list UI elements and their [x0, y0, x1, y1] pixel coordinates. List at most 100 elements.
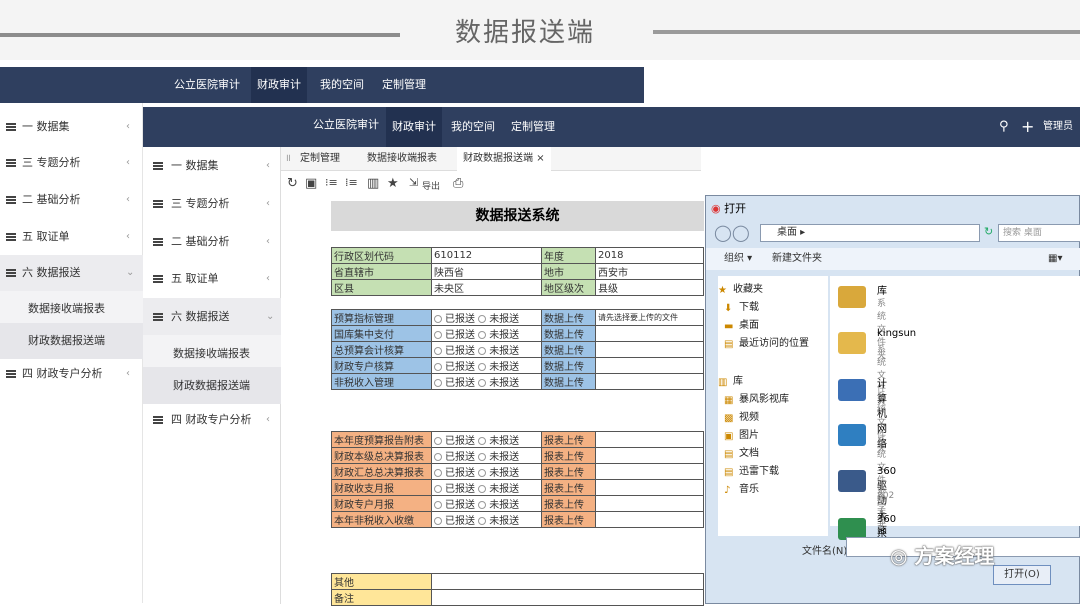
back-forward-icon[interactable]: ◯◯ — [714, 223, 750, 242]
print-icon[interactable]: ⎙ — [453, 176, 463, 191]
export-label[interactable]: 导出 — [422, 179, 440, 192]
radio-sent[interactable] — [434, 379, 442, 387]
search-icon[interactable]: ⚲ — [999, 107, 1009, 143]
sidebar-item-finance-submit[interactable]: 财政数据报送端 — [143, 367, 281, 404]
upload-button[interactable]: 数据上传 — [541, 341, 596, 358]
radio-unsent[interactable] — [478, 379, 487, 387]
radio-unsent[interactable] — [478, 315, 487, 323]
upload-button[interactable]: 报表上传 — [541, 463, 596, 480]
sidebar-item-dataset[interactable]: 一 数据集 ‹ — [0, 109, 143, 145]
open-button[interactable]: 打开(O) — [993, 565, 1051, 585]
admin-menu[interactable]: 管理员 ∨ — [1043, 107, 1080, 172]
sidebar-item-dataset[interactable]: 一 数据集 ‹ — [143, 147, 281, 184]
radio-sent[interactable] — [434, 469, 442, 477]
nav-pane-item[interactable]: ▦ 暴风影视库 — [724, 390, 789, 406]
address-bar[interactable]: 桌面 ▸ — [760, 224, 980, 242]
file-cell[interactable] — [595, 341, 704, 358]
nav-custom[interactable]: 定制管理 — [511, 107, 555, 143]
nav-pane-item[interactable]: ▤ 迅雷下载 — [724, 462, 779, 478]
upload-button[interactable]: 数据上传 — [541, 373, 596, 390]
sidebar-item-finance-submit[interactable]: 财政数据报送端 — [0, 323, 143, 359]
file-cell[interactable] — [595, 431, 704, 448]
radio-unsent[interactable] — [478, 469, 487, 477]
file-cell[interactable] — [595, 357, 704, 374]
add-icon[interactable]: + — [1021, 107, 1034, 143]
file-cell[interactable] — [595, 495, 704, 512]
insert-row-icon[interactable]: ⁝≡ — [325, 176, 338, 189]
sidebar-item-topic[interactable]: 三 专题分析 ‹ — [143, 185, 281, 222]
nav-public-hospital[interactable]: 公立医院审计 — [174, 67, 240, 103]
close-icon[interactable]: × — [536, 153, 544, 164]
organize-button[interactable]: 组织 ▾ — [724, 248, 752, 270]
sidebar-item-report[interactable]: 六 数据报送 ⌄ — [143, 298, 281, 335]
sidebar-item-report[interactable]: 六 数据报送 ⌄ — [0, 255, 143, 291]
radio-sent[interactable] — [434, 517, 442, 525]
export-icon[interactable]: ⇲ — [409, 176, 418, 189]
tab-finance-submit[interactable]: 财政数据报送端 × — [457, 147, 551, 171]
tab-custom[interactable]: 定制管理 — [300, 147, 340, 171]
insert-col-icon[interactable]: ⁞≡ — [345, 176, 358, 189]
radio-unsent[interactable] — [478, 453, 487, 461]
save-icon[interactable]: ▣ — [305, 176, 317, 191]
sidebar-item-basic[interactable]: 二 基础分析 ‹ — [143, 223, 281, 260]
nav-pane-item[interactable]: ⬇ 下载 — [724, 298, 759, 314]
sidebar-item-basic[interactable]: 二 基础分析 ‹ — [0, 182, 143, 218]
sidebar-item-special-account[interactable]: 四 财政专户分析 ‹ — [0, 356, 143, 392]
nav-pane-item[interactable]: ▥ 库 — [718, 372, 743, 388]
new-folder-button[interactable]: 新建文件夹 — [772, 248, 822, 270]
nav-pane-item[interactable]: ★ 收藏夹 — [718, 280, 763, 296]
upload-button[interactable]: 报表上传 — [541, 431, 596, 448]
upload-button[interactable]: 数据上传 — [541, 325, 596, 342]
upload-button[interactable]: 报表上传 — [541, 511, 596, 528]
radio-sent[interactable] — [434, 347, 442, 355]
nav-custom[interactable]: 定制管理 — [382, 67, 426, 103]
sidebar-item-special-account[interactable]: 四 财政专户分析 ‹ — [143, 401, 281, 438]
nav-pane-item[interactable]: ▩ 视频 — [724, 408, 759, 424]
radio-sent[interactable] — [434, 453, 442, 461]
radio-sent[interactable] — [434, 501, 442, 509]
nav-my-space[interactable]: 我的空间 — [320, 67, 364, 103]
radio-unsent[interactable] — [478, 485, 487, 493]
tab-receive-report[interactable]: 数据接收端报表 — [367, 147, 437, 171]
file-cell[interactable] — [595, 373, 704, 390]
upload-button[interactable]: 数据上传 — [541, 309, 596, 326]
tab-scroll-icon[interactable]: ॥ — [285, 147, 291, 171]
upload-button[interactable]: 报表上传 — [541, 495, 596, 512]
refresh-icon[interactable]: ↻ — [984, 225, 993, 238]
radio-sent[interactable] — [434, 437, 442, 445]
nav-my-space[interactable]: 我的空间 — [451, 107, 495, 143]
delete-icon[interactable]: ▥ — [367, 176, 379, 191]
nav-public-hospital[interactable]: 公立医院审计 — [313, 107, 379, 143]
upload-button[interactable]: 报表上传 — [541, 447, 596, 464]
star-icon[interactable]: ★ — [387, 176, 399, 191]
radio-sent[interactable] — [434, 485, 442, 493]
file-cell[interactable] — [595, 511, 704, 528]
search-field[interactable]: 搜索 桌面 — [998, 224, 1080, 242]
file-cell[interactable] — [595, 463, 704, 480]
radio-unsent[interactable] — [478, 437, 487, 445]
radio-unsent[interactable] — [478, 501, 487, 509]
nav-pane-item[interactable]: ▤ 文档 — [724, 444, 759, 460]
file-cell[interactable] — [595, 479, 704, 496]
refresh-icon[interactable]: ↻ — [287, 176, 298, 191]
sidebar-item-evidence[interactable]: 五 取证单 ‹ — [0, 219, 143, 255]
nav-pane-item[interactable]: ▤ 最近访问的位置 — [724, 334, 809, 350]
radio-unsent[interactable] — [478, 363, 487, 371]
nav-pane-item[interactable]: ♪ 音乐 — [724, 480, 759, 496]
nav-pane-item[interactable]: ▬ 桌面 — [724, 316, 759, 332]
radio-unsent[interactable] — [478, 517, 487, 525]
other-value[interactable] — [431, 573, 704, 590]
radio-sent[interactable] — [434, 331, 442, 339]
file-cell[interactable] — [595, 325, 704, 342]
upload-button[interactable]: 数据上传 — [541, 357, 596, 374]
nav-pane-item[interactable]: ▣ 图片 — [724, 426, 759, 442]
radio-unsent[interactable] — [478, 331, 487, 339]
radio-unsent[interactable] — [478, 347, 487, 355]
upload-button[interactable]: 报表上传 — [541, 479, 596, 496]
sidebar-item-receive-report[interactable]: 数据接收端报表 — [0, 291, 143, 327]
file-cell[interactable]: 请先选择要上传的文件 — [595, 309, 704, 326]
nav-finance-audit[interactable]: 财政审计 — [251, 67, 307, 103]
remark-value[interactable] — [431, 589, 704, 606]
sidebar-item-evidence[interactable]: 五 取证单 ‹ — [143, 260, 281, 297]
sidebar-item-topic[interactable]: 三 专题分析 ‹ — [0, 145, 143, 181]
